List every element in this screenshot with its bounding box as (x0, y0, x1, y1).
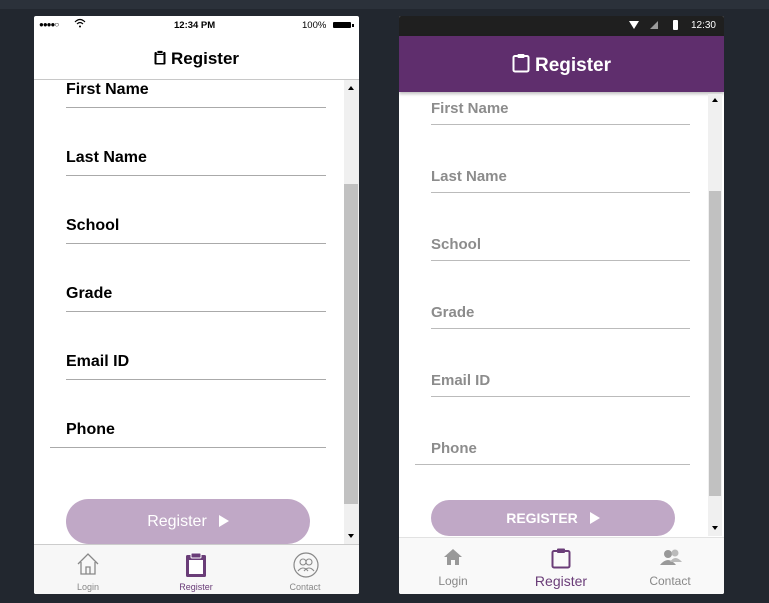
tab-login[interactable]: Login (408, 538, 498, 594)
ios-page-title: Register (34, 49, 359, 70)
school-field[interactable]: School (431, 234, 690, 261)
contacts-icon (293, 552, 319, 578)
last-name-label: Last Name (66, 149, 147, 166)
cell-signal-icon (650, 21, 658, 29)
ios-status-bar: ●●●●○ 12:34 PM 100% (34, 16, 359, 36)
tab-contact-label: Contact (289, 582, 321, 592)
clipboard-icon (154, 50, 166, 70)
android-page-title: Register (399, 53, 724, 79)
play-arrow-icon (589, 512, 600, 524)
android-scrollbar-thumb[interactable] (709, 191, 721, 496)
top-strip (0, 0, 769, 9)
ios-scrollbar-thumb[interactable] (344, 184, 358, 504)
tab-login-label: Login (438, 574, 468, 588)
android-status-time: 12:30 (690, 20, 716, 31)
scroll-down-arrow-icon[interactable] (348, 534, 354, 538)
battery-icon (673, 20, 678, 30)
school-label: School (431, 236, 482, 253)
ios-register-button[interactable]: Register (66, 499, 310, 544)
tab-register-label: Register (534, 573, 588, 589)
last-name-field[interactable]: Last Name (66, 149, 326, 176)
contacts-icon (660, 549, 682, 565)
scroll-up-arrow-icon[interactable] (712, 98, 718, 102)
ios-nav-bar: Register (34, 36, 359, 80)
signal-icon: ●●●●○ (39, 20, 59, 29)
tab-register[interactable]: Register (156, 545, 236, 594)
grade-label: Grade (431, 304, 475, 321)
grade-field[interactable]: Grade (66, 285, 326, 312)
battery-icon (333, 22, 354, 28)
phone-field[interactable]: Phone (50, 421, 326, 448)
home-icon (77, 553, 99, 575)
clipboard-icon (186, 552, 206, 577)
email-field[interactable]: Email ID (66, 353, 326, 380)
grade-field[interactable]: Grade (431, 302, 690, 329)
tab-contact[interactable]: Contact (265, 545, 345, 594)
tab-register[interactable]: Register (516, 538, 606, 594)
phone-label: Phone (66, 421, 115, 438)
phone-field[interactable]: Phone (415, 438, 690, 465)
ios-phone-screen: ●●●●○ 12:34 PM 100% Register First Name … (34, 16, 359, 594)
email-label: Email ID (431, 372, 491, 389)
first-name-field[interactable]: First Name (431, 98, 690, 125)
scroll-up-arrow-icon[interactable] (348, 86, 354, 90)
wifi-icon (74, 18, 86, 31)
ios-status-time: 12:34 PM (174, 20, 216, 31)
android-phone-screen: 12:30 Register First Name Last Name Scho… (399, 16, 724, 594)
phone-label: Phone (431, 440, 477, 457)
android-status-bar: 12:30 (399, 16, 724, 36)
first-name-label: First Name (431, 100, 509, 117)
android-app-bar: Register (399, 36, 724, 92)
tab-contact[interactable]: Contact (625, 538, 715, 594)
play-arrow-icon (218, 514, 229, 527)
android-register-button[interactable]: REGISTER (431, 500, 675, 536)
wifi-icon (629, 21, 639, 29)
email-field[interactable]: Email ID (431, 370, 690, 397)
first-name-label: First Name (66, 81, 149, 98)
tab-register-label: Register (179, 582, 213, 592)
clipboard-icon (512, 53, 530, 79)
grade-label: Grade (66, 285, 113, 302)
android-tab-bar: Login Register Contact (399, 537, 724, 594)
last-name-field[interactable]: Last Name (431, 166, 690, 193)
email-label: Email ID (66, 353, 130, 370)
home-icon (444, 549, 462, 565)
clipboard-icon (551, 548, 571, 569)
tab-login[interactable]: Login (48, 545, 128, 594)
school-field[interactable]: School (66, 217, 326, 244)
tab-login-label: Login (76, 582, 100, 592)
school-label: School (66, 217, 120, 234)
tab-contact-label: Contact (649, 574, 691, 588)
scroll-down-arrow-icon[interactable] (712, 526, 718, 530)
first-name-field[interactable]: First Name (66, 81, 326, 108)
last-name-label: Last Name (431, 168, 507, 185)
ios-tab-bar: Login Register Contact (34, 544, 359, 594)
ios-battery-percent: 100% (302, 20, 327, 31)
